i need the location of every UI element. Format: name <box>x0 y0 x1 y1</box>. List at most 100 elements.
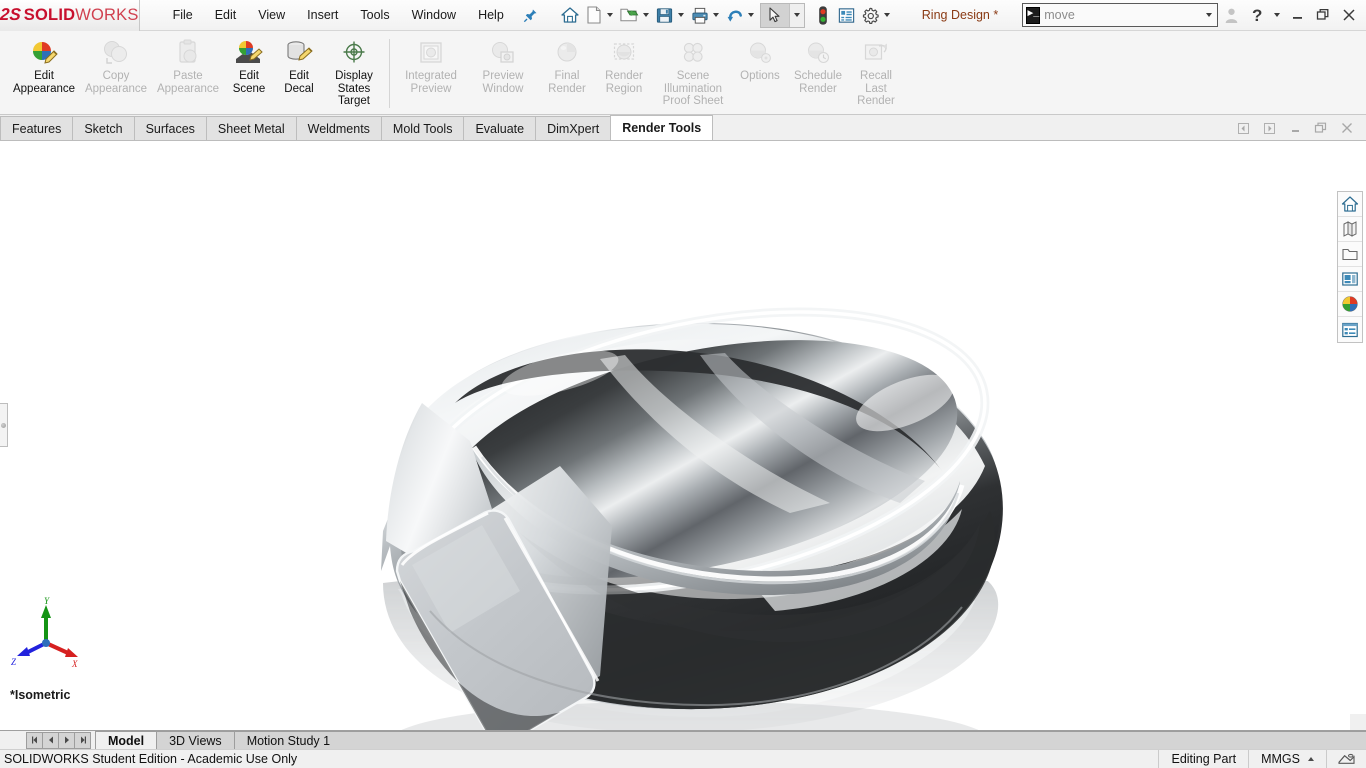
quick-file-properties[interactable] <box>835 2 859 28</box>
tab-surfaces[interactable]: Surfaces <box>133 116 207 140</box>
doc-next-pane[interactable] <box>1258 118 1280 138</box>
quick-undo-caret-icon[interactable] <box>747 13 754 17</box>
document-title: Ring Design * <box>921 8 999 22</box>
tab-evaluate[interactable]: Evaluate <box>463 116 537 140</box>
quick-rebuild[interactable] <box>811 2 835 28</box>
cmd-display-states-target-label: Display States Target <box>335 70 373 108</box>
save-icon <box>657 7 673 23</box>
status-bar: SOLIDWORKS Student Edition - Academic Us… <box>0 749 1366 768</box>
cmd-copy-appearance: Copy Appearance <box>80 35 152 109</box>
edit-decal-icon <box>284 38 314 68</box>
cmd-edit-appearance[interactable]: Edit Appearance <box>8 35 80 109</box>
file-explorer-icon <box>1342 248 1358 261</box>
search-caret-icon[interactable] <box>1206 13 1213 17</box>
close-icon[interactable] <box>1336 2 1362 28</box>
menu-file[interactable]: File <box>162 4 204 26</box>
select-cursor-icon[interactable] <box>760 3 789 27</box>
appearances-sphere-icon <box>1342 296 1358 312</box>
doc-close[interactable] <box>1336 118 1358 138</box>
pushpin-icon[interactable] <box>523 8 538 23</box>
triad-z-label: Z <box>11 657 17 667</box>
sheet-nav-first[interactable] <box>26 731 43 749</box>
triad-y-label: Y <box>44 597 50 606</box>
quick-open[interactable] <box>617 2 642 28</box>
display-manager-icon <box>1342 272 1358 286</box>
sheet-nav-next[interactable] <box>58 731 75 749</box>
menu-tools[interactable]: Tools <box>349 4 400 26</box>
sheet-tab-3d-views[interactable]: 3D Views <box>156 731 235 749</box>
view-home[interactable] <box>1338 192 1362 217</box>
quick-access-toolbar <box>558 2 894 28</box>
quick-new-caret-icon[interactable] <box>606 13 613 17</box>
cmd-preview-window: Preview Window <box>467 35 539 109</box>
edit-appearance-icon <box>29 38 59 68</box>
chrome-signet-ring-model[interactable] <box>0 141 1366 730</box>
tab-sheet-metal[interactable]: Sheet Metal <box>205 116 297 140</box>
quick-options-caret-icon[interactable] <box>883 13 890 17</box>
tab-sketch[interactable]: Sketch <box>72 116 135 140</box>
sheet-nav-last[interactable] <box>74 731 91 749</box>
quick-print[interactable] <box>688 2 712 28</box>
tab-weldments[interactable]: Weldments <box>295 116 382 140</box>
cmd-edit-decal-label: Edit Decal <box>284 70 314 95</box>
view-appearances[interactable] <box>1338 292 1362 317</box>
quick-save-caret-icon[interactable] <box>677 13 684 17</box>
question-mark-icon[interactable]: ? <box>1244 2 1270 28</box>
minimize-icon[interactable] <box>1284 2 1310 28</box>
open-folder-icon <box>620 8 639 22</box>
sketch-overlay-icon[interactable] <box>1326 749 1366 768</box>
view-file-explorer[interactable] <box>1338 242 1362 267</box>
cmd-paste-appearance-label: Paste Appearance <box>156 70 220 95</box>
menu-help[interactable]: Help <box>467 4 515 26</box>
tab-dimxpert[interactable]: DimXpert <box>535 116 612 140</box>
sheet-nav-prev[interactable] <box>42 731 59 749</box>
doc-prev-pane[interactable] <box>1232 118 1254 138</box>
integrated-preview-icon <box>417 38 445 68</box>
sheet-tab-model[interactable]: Model <box>95 731 158 749</box>
quick-home[interactable] <box>558 2 582 28</box>
menu-view[interactable]: View <box>247 4 296 26</box>
menu-edit[interactable]: Edit <box>204 4 248 26</box>
cmd-edit-decal[interactable]: Edit Decal <box>274 35 324 109</box>
view-orientation-label: *Isometric <box>10 688 71 702</box>
quick-select[interactable] <box>759 2 805 28</box>
status-units[interactable]: MMGS <box>1248 749 1326 768</box>
view-design-library[interactable] <box>1338 217 1362 242</box>
caret-up-icon[interactable] <box>1308 757 1314 761</box>
coordinate-triad[interactable]: Y X Z <box>8 596 86 672</box>
doc-minimize[interactable] <box>1284 118 1306 138</box>
cmd-edit-scene[interactable]: Edit Scene <box>224 35 274 109</box>
help-caret-icon[interactable] <box>1270 2 1284 28</box>
sheet-tab-motion-study-1[interactable]: Motion Study 1 <box>233 731 344 749</box>
quick-undo[interactable] <box>723 2 747 28</box>
quick-options[interactable] <box>859 2 883 28</box>
tab-features[interactable]: Features <box>0 116 74 140</box>
restore-window-icon[interactable] <box>1310 2 1336 28</box>
cmd-final-render: Final Render <box>539 35 595 109</box>
cmd-recall-last-render-label: Recall Last Render <box>857 70 895 108</box>
quick-save[interactable] <box>653 2 677 28</box>
cmd-final-render-label: Final Render <box>548 70 586 95</box>
new-document-icon <box>587 6 601 24</box>
doc-restore[interactable] <box>1310 118 1332 138</box>
quick-select-caret-icon[interactable] <box>788 3 804 27</box>
view-custom-properties[interactable] <box>1338 317 1362 342</box>
status-units-label: MMGS <box>1261 752 1300 766</box>
tab-mold-tools[interactable]: Mold Tools <box>380 116 465 140</box>
search-input[interactable] <box>1044 8 1206 22</box>
render-options-icon <box>746 38 774 68</box>
quick-new[interactable] <box>582 2 606 28</box>
graphics-viewport[interactable]: Y X Z *Isometric <box>0 141 1366 730</box>
tab-render-tools[interactable]: Render Tools <box>610 115 714 140</box>
cmd-display-states-target[interactable]: Display States Target <box>324 35 384 109</box>
menu-window[interactable]: Window <box>401 4 467 26</box>
menu-insert[interactable]: Insert <box>296 4 349 26</box>
feature-manager-flyout-icon[interactable] <box>0 403 8 447</box>
view-display-manager[interactable] <box>1338 267 1362 292</box>
search-box[interactable]: ►_ <box>1022 3 1219 27</box>
recall-last-render-icon <box>862 38 890 68</box>
user-profile-icon[interactable] <box>1218 2 1244 28</box>
quick-open-caret-icon[interactable] <box>642 13 649 17</box>
quick-print-caret-icon[interactable] <box>712 13 719 17</box>
command-manager-tabs: Features Sketch Surfaces Sheet Metal Wel… <box>0 115 1366 141</box>
